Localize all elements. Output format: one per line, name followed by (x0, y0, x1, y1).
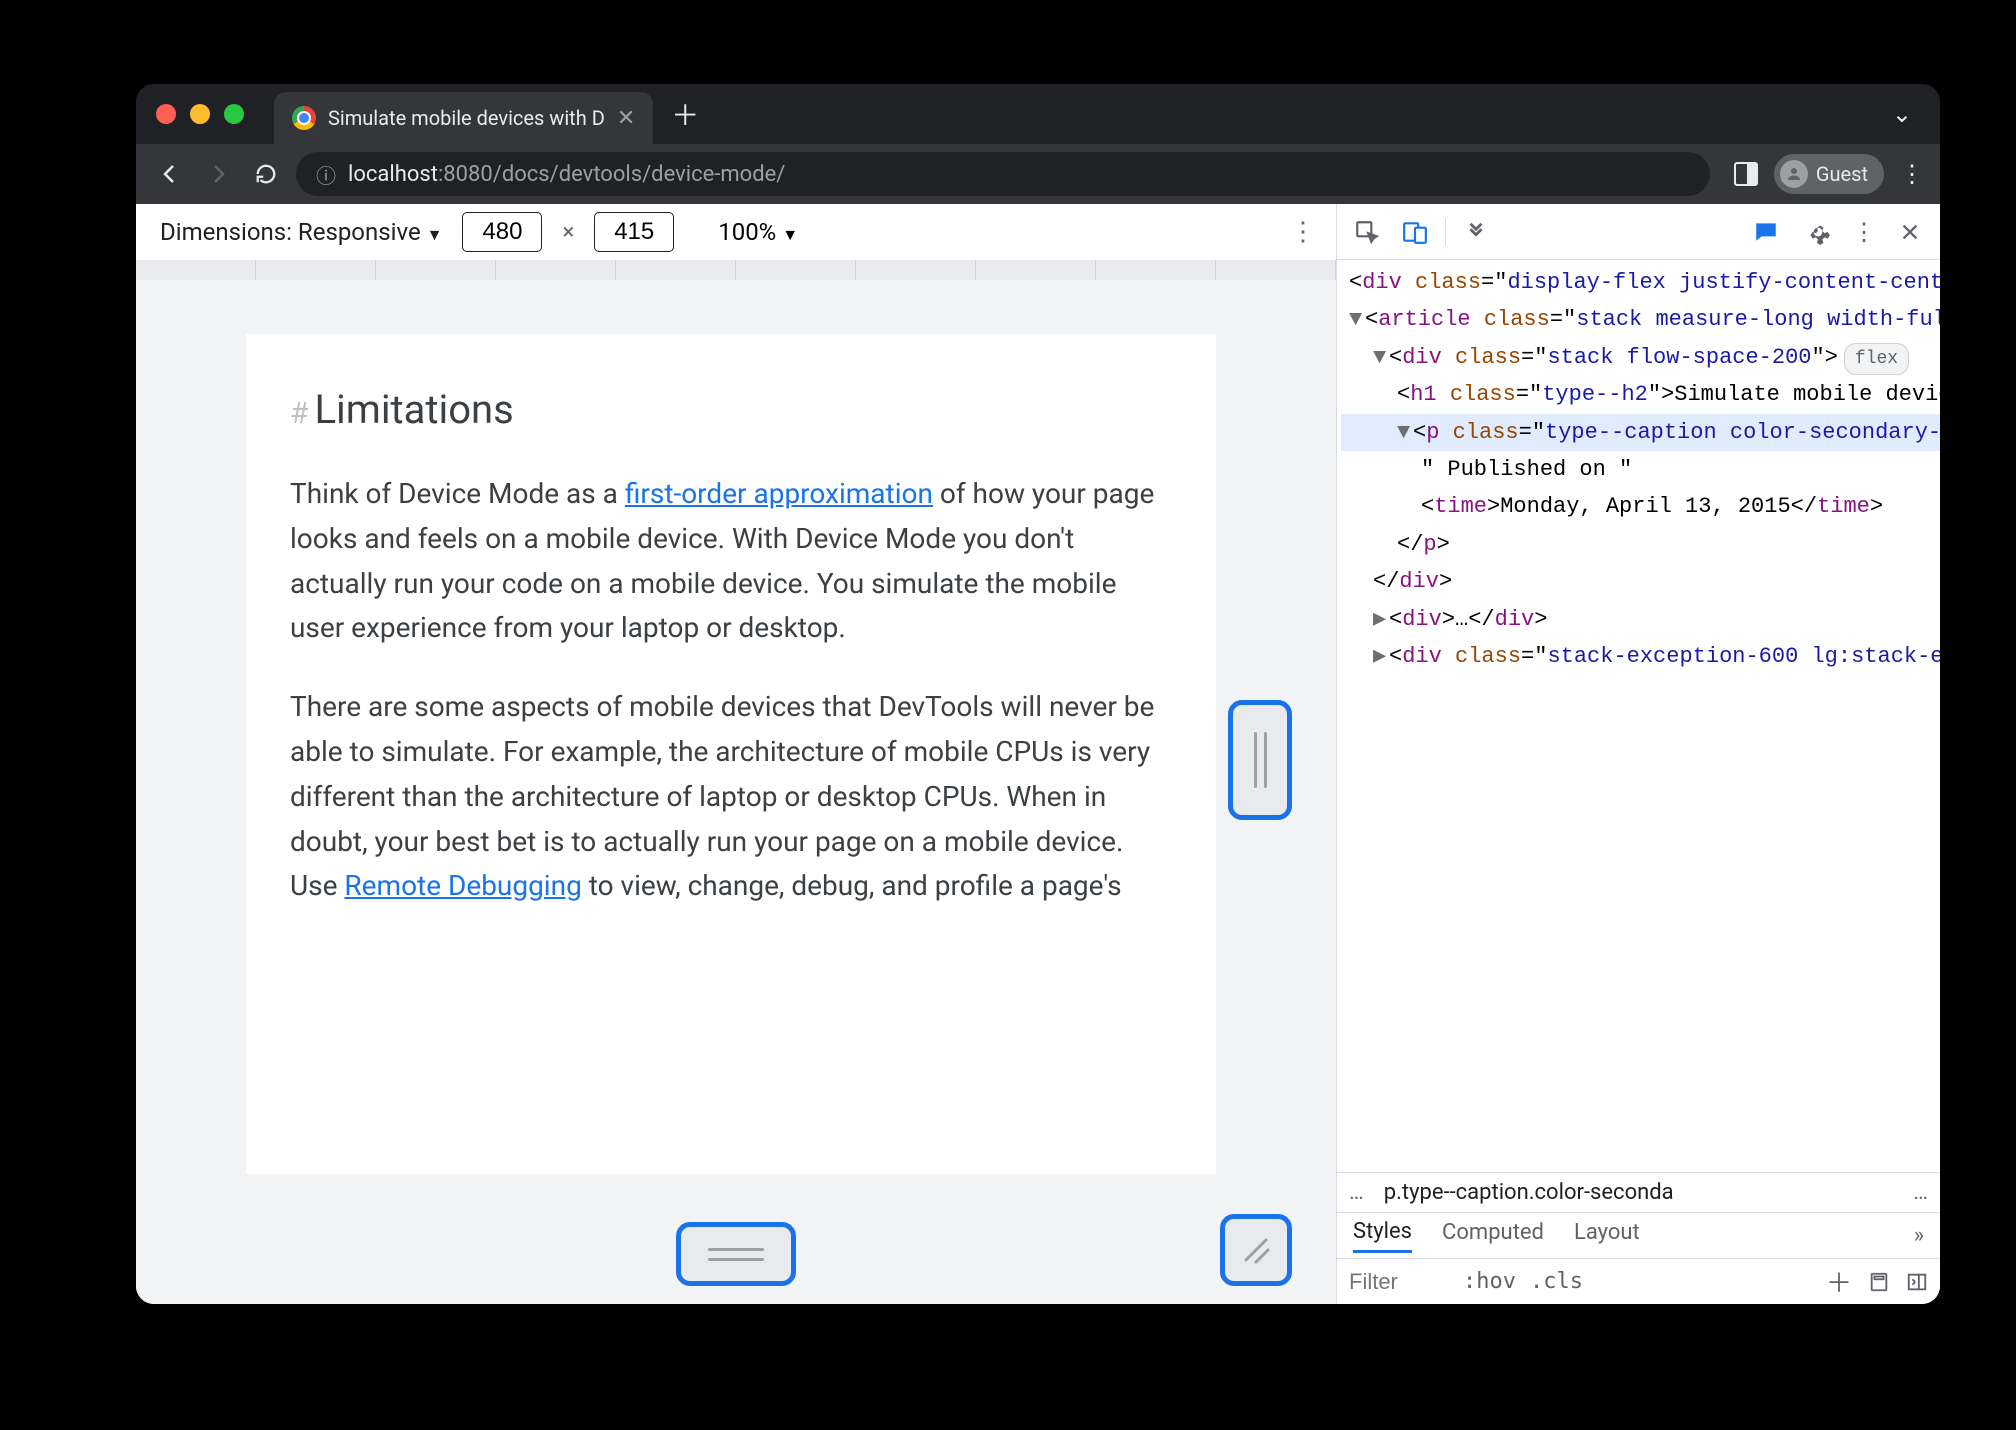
close-tab-icon[interactable]: ✕ (617, 106, 635, 131)
browser-tab[interactable]: Simulate mobile devices with D ✕ (274, 92, 653, 144)
styles-filter-input[interactable] (1349, 1269, 1449, 1295)
device-toolbar: Dimensions: Responsive ▼ × 100% ▼ ⋮ (136, 204, 1336, 260)
back-button[interactable] (152, 156, 188, 192)
resize-handle-right[interactable] (1228, 700, 1292, 820)
chrome-icon (292, 106, 316, 130)
window-controls (156, 104, 244, 124)
devtools-pane: ⋮ <div class="display-flex justify-conte… (1336, 204, 1940, 1304)
panels-overflow-icon[interactable] (1458, 214, 1494, 250)
toggle-sidebar-icon[interactable] (1906, 1271, 1928, 1293)
page-link[interactable]: first-order approximation (625, 477, 933, 510)
site-info-icon[interactable]: ⓘ (316, 160, 336, 189)
cls-toggle[interactable]: .cls (1530, 1269, 1583, 1294)
device-viewport-pane: Dimensions: Responsive ▼ × 100% ▼ ⋮ #Lim… (136, 204, 1336, 1304)
inspect-element-icon[interactable] (1349, 214, 1385, 250)
device-options-icon[interactable]: ⋮ (1290, 217, 1316, 247)
page-link[interactable]: Remote Debugging (344, 869, 581, 902)
elements-tree[interactable]: <div class="display-flex justify-content… (1337, 260, 1940, 1172)
width-input[interactable] (462, 212, 542, 252)
hash-icon: # (290, 396, 308, 431)
dom-node[interactable]: ▼<article class="stack measure-long widt… (1341, 301, 1940, 338)
resize-handle-bottom[interactable] (676, 1222, 796, 1286)
device-toggle-icon[interactable] (1397, 214, 1433, 250)
tabs-overflow-icon[interactable]: ⌄ (1892, 100, 1912, 128)
paragraph: Think of Device Mode as a first-order ap… (290, 472, 1172, 651)
navbar-right: Guest ⋮ (1734, 154, 1924, 194)
settings-icon[interactable] (1800, 214, 1836, 250)
breadcrumb-overflow-left[interactable]: … (1349, 1180, 1364, 1205)
zoom-dropdown[interactable]: 100% ▼ (718, 218, 798, 246)
url-text: localhost:8080/docs/devtools/device-mode… (348, 162, 785, 187)
styles-tabs: Styles Computed Layout » (1337, 1212, 1940, 1258)
dom-text-node[interactable]: " Published on " (1341, 451, 1940, 488)
tab-styles[interactable]: Styles (1353, 1219, 1412, 1253)
dom-node[interactable]: ▼<div class="stack flow-space-200">flex (1341, 339, 1940, 376)
breadcrumb-selected[interactable]: p.type--caption.color-seconda (1384, 1180, 1674, 1205)
breadcrumb-overflow-right[interactable]: … (1913, 1180, 1928, 1205)
dimensions-dropdown[interactable]: Dimensions: Responsive ▼ (160, 218, 442, 246)
page-content: #Limitations Think of Device Mode as a f… (246, 334, 1216, 1174)
reload-button[interactable] (248, 156, 284, 192)
elements-breadcrumb[interactable]: … p.type--caption.color-seconda … (1337, 1172, 1940, 1212)
device-styles-icon[interactable] (1868, 1271, 1890, 1293)
resize-handle-corner[interactable] (1220, 1214, 1292, 1286)
dom-node[interactable]: <time>Monday, April 13, 2015</time> (1341, 488, 1940, 525)
browser-menu-icon[interactable]: ⋮ (1900, 160, 1924, 188)
profile-label: Guest (1816, 162, 1868, 186)
devtools-menu-icon[interactable]: ⋮ (1852, 218, 1876, 246)
avatar-icon (1780, 160, 1808, 188)
dom-node[interactable]: </div> (1341, 563, 1940, 600)
viewport-content: #Limitations Think of Device Mode as a f… (136, 280, 1336, 1304)
maximize-window-button[interactable] (224, 104, 244, 124)
hov-toggle[interactable]: :hov (1463, 1269, 1516, 1294)
dom-node[interactable]: ▶<div class="stack-exception-600 lg:stac… (1341, 638, 1940, 675)
new-style-rule-icon[interactable]: ＋ (1826, 1263, 1852, 1300)
close-devtools-icon[interactable] (1892, 214, 1928, 250)
tab-title: Simulate mobile devices with D (328, 106, 605, 130)
dom-node[interactable]: </p> (1341, 526, 1940, 563)
styles-tabs-overflow-icon[interactable]: » (1914, 1223, 1924, 1248)
dom-node[interactable]: <h1 class="type--h2">Simulate mobile dev… (1341, 376, 1940, 413)
forward-button[interactable] (200, 156, 236, 192)
profile-button[interactable]: Guest (1774, 154, 1884, 194)
messages-icon[interactable] (1748, 214, 1784, 250)
height-input[interactable] (594, 212, 674, 252)
ruler (136, 260, 1336, 280)
new-tab-button[interactable]: ＋ (671, 94, 699, 134)
devtools-toolbar: ⋮ (1337, 204, 1940, 260)
tab-layout[interactable]: Layout (1574, 1220, 1640, 1251)
minimize-window-button[interactable] (190, 104, 210, 124)
paragraph: There are some aspects of mobile devices… (290, 685, 1172, 909)
navbar: ⓘ localhost:8080/docs/devtools/device-mo… (136, 144, 1940, 204)
dom-node-selected[interactable]: ▼<p class="type--caption color-secondary… (1341, 414, 1940, 451)
side-panel-icon[interactable] (1734, 162, 1758, 186)
dom-node[interactable]: ▶<div>…</div> (1341, 601, 1940, 638)
tab-computed[interactable]: Computed (1442, 1220, 1544, 1251)
dimension-x-label: × (562, 220, 574, 245)
address-bar[interactable]: ⓘ localhost:8080/docs/devtools/device-mo… (296, 152, 1710, 196)
titlebar: Simulate mobile devices with D ✕ ＋ ⌄ (136, 84, 1940, 144)
browser-window: Simulate mobile devices with D ✕ ＋ ⌄ ⓘ l… (136, 84, 1940, 1304)
styles-filter-bar: :hov .cls ＋ (1337, 1258, 1940, 1304)
close-window-button[interactable] (156, 104, 176, 124)
page-heading: #Limitations (290, 378, 1172, 442)
dom-node[interactable]: <div class="display-flex justify-content… (1341, 264, 1940, 301)
workspace: Dimensions: Responsive ▼ × 100% ▼ ⋮ #Lim… (136, 204, 1940, 1304)
